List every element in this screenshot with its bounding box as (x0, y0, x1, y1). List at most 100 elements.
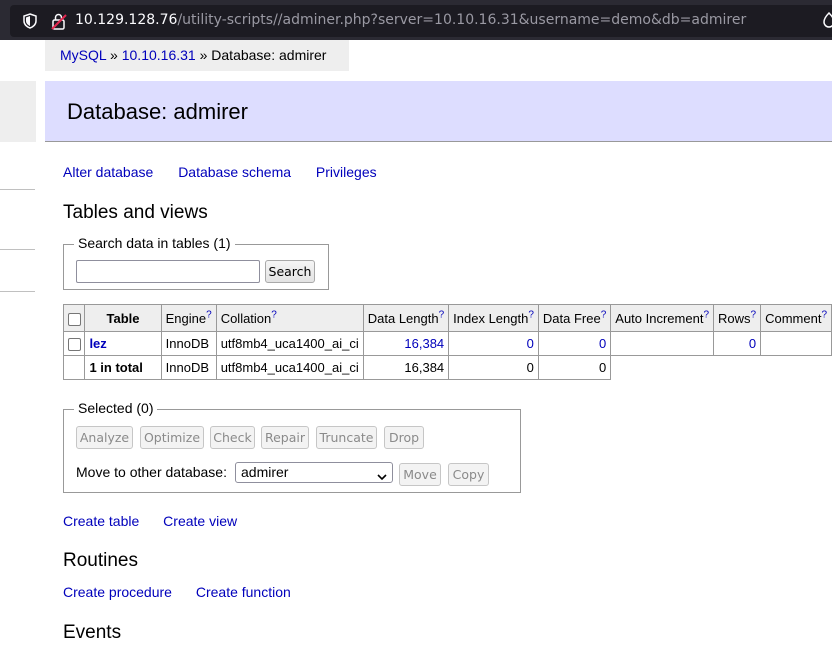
sidebar-divider (0, 291, 35, 292)
copy-button[interactable]: Copy (448, 463, 489, 486)
row-select-cell (62, 331, 86, 356)
total-engine-cell: InnoDB (160, 355, 217, 380)
selected-fieldset: Selected (0) Analyze Optimize Check Repa… (63, 400, 521, 493)
data-free-cell: 0 (537, 331, 612, 356)
col-comment: Comment? (760, 304, 832, 332)
tables-table: Table Engine? Collation? Data Length? In… (62, 304, 832, 380)
url-text[interactable]: 10.129.128.76/utility-scripts//adminer.p… (75, 12, 746, 28)
collation-cell: utf8mb4_uca1400_ai_ci (215, 331, 364, 356)
move-button[interactable]: Move (399, 463, 441, 486)
total-data-length-cell: 16,384 (362, 355, 450, 380)
create-actions: Create table Create view (63, 513, 258, 529)
total-blank-cell (62, 355, 86, 380)
total-index-length-cell: 0 (448, 355, 539, 380)
move-database-select[interactable]: admirer (235, 462, 393, 483)
sidebar-divider (0, 189, 35, 190)
breadcrumb-separator: » (195, 47, 212, 63)
breadcrumb-current: Database: admirer (211, 47, 327, 63)
col-rows: Rows? (712, 304, 762, 332)
search-tables-input[interactable] (76, 260, 260, 283)
page-header: Database: admirer (45, 81, 832, 142)
create-view-link[interactable]: Create view (163, 513, 237, 529)
select-all-cell (62, 304, 86, 332)
insecure-lock-icon[interactable] (51, 12, 67, 33)
table-total-row: 1 in total InnoDB utf8mb4_uca1400_ai_ci … (62, 355, 832, 380)
total-empty-cell (611, 356, 714, 380)
table-name-cell: lez (84, 331, 162, 356)
move-database-select-value: admirer (241, 464, 289, 480)
url-host: 10.129.128.76 (75, 12, 178, 28)
comment-help-link[interactable]: ? (821, 309, 827, 320)
page-title: Database: admirer (67, 99, 248, 124)
chevron-down-icon (377, 468, 387, 484)
tracking-protection-shield-icon[interactable] (22, 13, 38, 32)
col-collation-label: Collation (220, 310, 272, 326)
rows-cell: 0 (712, 331, 762, 356)
table-name-link[interactable]: lez (89, 336, 106, 351)
sidebar-divider (0, 249, 35, 250)
data-length-link[interactable]: 16,384 (404, 336, 444, 351)
col-table-label: Table (106, 310, 140, 326)
alter-database-link[interactable]: Alter database (63, 164, 153, 180)
routines-actions: Create procedure Create function (63, 584, 312, 600)
col-index-length: Index Length? (448, 304, 539, 332)
auto-increment-help-link[interactable]: ? (703, 309, 709, 320)
search-button[interactable]: Search (265, 260, 315, 283)
routines-heading: Routines (63, 550, 138, 571)
col-auto-increment: Auto Increment? (610, 304, 714, 332)
breadcrumb-link-mysql[interactable]: MySQL (60, 47, 106, 63)
privileges-link[interactable]: Privileges (316, 164, 377, 180)
data-length-cell: 16,384 (362, 331, 450, 356)
analyze-button[interactable]: Analyze (76, 426, 133, 449)
comment-cell (760, 331, 832, 356)
index-length-help-link[interactable]: ? (528, 309, 534, 320)
auto-increment-cell (610, 331, 714, 356)
data-free-help-link[interactable]: ? (601, 309, 607, 320)
col-auto-increment-label: Auto Increment (615, 310, 704, 326)
search-tables-fieldset: Search data in tables (1) Search (63, 235, 329, 290)
url-path: /utility-scripts//adminer.php?server=10.… (177, 12, 747, 28)
row-checkbox[interactable] (67, 338, 81, 352)
total-label-cell: 1 in total (84, 355, 162, 380)
breadcrumb: MySQL » 10.10.16.31 » Database: admirer (45, 40, 349, 71)
data-length-help-link[interactable]: ? (439, 309, 445, 320)
col-rows-label: Rows (718, 310, 751, 326)
data-free-link[interactable]: 0 (599, 336, 606, 351)
engine-help-link[interactable]: ? (206, 309, 212, 320)
rows-link[interactable]: 0 (749, 336, 756, 351)
selected-legend[interactable]: Selected (0) (74, 400, 158, 416)
repair-button[interactable]: Repair (261, 426, 309, 449)
optimize-button[interactable]: Optimize (140, 426, 204, 449)
collation-help-link[interactable]: ? (271, 309, 277, 320)
select-all-checkbox[interactable] (67, 312, 81, 326)
events-heading: Events (63, 622, 122, 643)
engine-cell: InnoDB (160, 331, 217, 356)
tables-and-views-heading: Tables and views (63, 202, 208, 223)
index-length-link[interactable]: 0 (527, 336, 534, 351)
col-data-free: Data Free? (537, 304, 612, 332)
col-index-length-label: Index Length (453, 310, 529, 326)
col-data-free-label: Data Free (542, 310, 601, 326)
table-row: lez InnoDB utf8mb4_uca1400_ai_ci 16,384 … (62, 331, 832, 356)
database-schema-link[interactable]: Database schema (178, 164, 291, 180)
create-table-link[interactable]: Create table (63, 513, 139, 529)
database-actions: Alter database Database schema Privilege… (63, 164, 398, 180)
index-length-cell: 0 (448, 331, 539, 356)
create-function-link[interactable]: Create function (196, 584, 291, 600)
check-button[interactable]: Check (210, 426, 255, 449)
move-to-database-label: Move to other database: (76, 464, 227, 480)
table-header-row: Table Engine? Collation? Data Length? In… (62, 304, 832, 332)
total-data-free-cell: 0 (537, 355, 612, 380)
breadcrumb-separator: » (106, 47, 122, 63)
breadcrumb-link-server[interactable]: 10.10.16.31 (122, 47, 196, 63)
rows-help-link[interactable]: ? (751, 309, 757, 320)
create-procedure-link[interactable]: Create procedure (63, 584, 172, 600)
total-collation-cell: utf8mb4_uca1400_ai_ci (215, 355, 364, 380)
drop-button[interactable]: Drop (384, 426, 424, 449)
total-empty-cell (714, 356, 761, 380)
browser-url-bar: 10.129.128.76/utility-scripts//adminer.p… (0, 0, 832, 40)
extension-icon[interactable] (822, 11, 832, 31)
col-engine: Engine? (160, 304, 217, 332)
truncate-button[interactable]: Truncate (316, 426, 377, 449)
search-tables-legend[interactable]: Search data in tables (1) (74, 235, 235, 251)
